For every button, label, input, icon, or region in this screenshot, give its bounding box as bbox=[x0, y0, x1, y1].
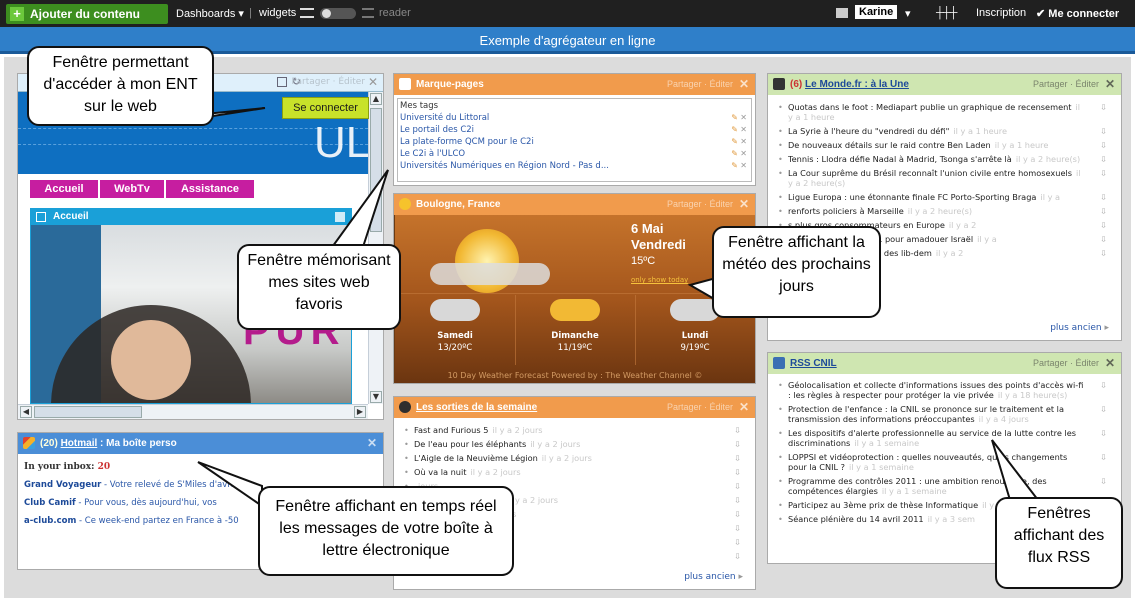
callout-ent: Fenêtre permettant d'accéder à mon ENT s… bbox=[27, 46, 214, 126]
callout-rss: Fenêtres affichant des flux RSS bbox=[995, 497, 1123, 589]
callout-tail-rss bbox=[991, 439, 1041, 501]
callout-weather: Fenêtre affichant la météo des prochains… bbox=[712, 226, 881, 318]
callout-tail-mail bbox=[197, 461, 263, 508]
callout-mail: Fenêtre affichant en temps réel les mess… bbox=[258, 486, 514, 576]
callout-tail-bookmarks bbox=[328, 169, 389, 251]
callout-bookmarks: Fenêtre mémorisant mes sites web favoris bbox=[237, 244, 401, 330]
